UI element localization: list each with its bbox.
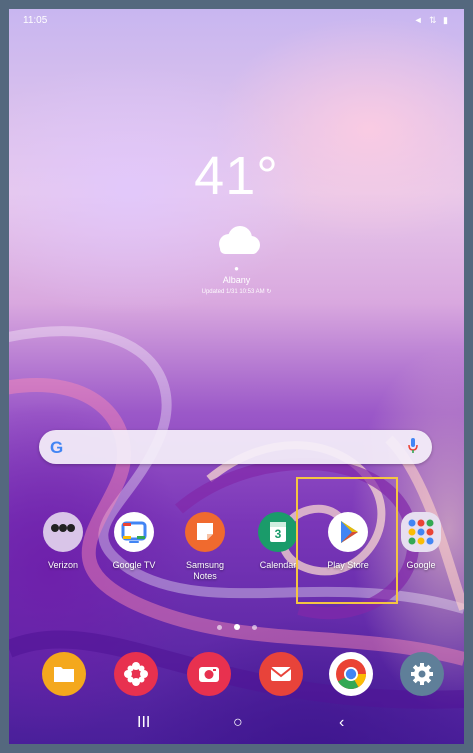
calendar-icon: 3 xyxy=(258,512,298,552)
page-dot[interactable] xyxy=(216,625,222,630)
weather-updated: Updated 1/31 10:53 AM ↻ xyxy=(201,289,272,295)
verizon-folder-icon xyxy=(43,512,83,552)
cloud-icon xyxy=(212,225,262,260)
weather-location: Albany xyxy=(222,275,251,285)
google-logo-icon: G xyxy=(50,438,64,457)
google-tv-icon xyxy=(114,512,154,552)
recents-button[interactable]: III xyxy=(137,714,150,732)
app-google-tv[interactable]: Google TV xyxy=(99,512,169,571)
app-label: Samsung Notes xyxy=(185,560,225,581)
device-frame: 11:05 ◄ ⇅ ▮ 41° ● Albany Updated 1/31 10… xyxy=(0,0,473,753)
status-time: 11:05 xyxy=(23,15,48,26)
app-samsung-notes[interactable]: Samsung Notes xyxy=(170,512,240,582)
page-dot[interactable] xyxy=(251,625,257,630)
camera-icon[interactable] xyxy=(187,652,231,696)
folder-icon[interactable] xyxy=(42,652,86,696)
dock xyxy=(9,652,464,698)
flower-icon[interactable] xyxy=(114,652,158,696)
chrome-icon[interactable] xyxy=(329,652,373,696)
play-store-highlight-box xyxy=(296,477,398,604)
app-label: Verizon xyxy=(47,560,79,570)
page-dot-active[interactable] xyxy=(233,624,240,630)
temperature: 41° xyxy=(194,146,279,206)
home-screen: 11:05 ◄ ⇅ ▮ 41° ● Albany Updated 1/31 10… xyxy=(9,9,464,744)
navigation-bar: III ○ ‹ xyxy=(9,706,464,744)
back-button[interactable]: ‹ xyxy=(339,714,344,732)
status-icons: ◄ ⇅ ▮ xyxy=(413,15,450,25)
google-search-bar[interactable]: G xyxy=(39,430,432,464)
samsung-notes-icon xyxy=(185,512,225,552)
page-indicator[interactable] xyxy=(9,617,464,635)
mic-icon[interactable] xyxy=(408,438,418,459)
mail-icon[interactable] xyxy=(259,652,303,696)
calendar-day: 3 xyxy=(274,527,282,541)
gear-icon[interactable] xyxy=(400,652,444,696)
weather-widget[interactable]: 41° ● Albany Updated 1/31 10:53 AM ↻ xyxy=(9,149,464,295)
status-bar: 11:05 ◄ ⇅ ▮ xyxy=(9,9,464,29)
app-verizon[interactable]: Verizon xyxy=(28,512,98,571)
home-button[interactable]: ○ xyxy=(233,714,243,732)
google-folder-icon xyxy=(401,512,441,552)
location-pin-icon: ● xyxy=(234,264,239,273)
app-label: Google TV xyxy=(112,560,156,570)
